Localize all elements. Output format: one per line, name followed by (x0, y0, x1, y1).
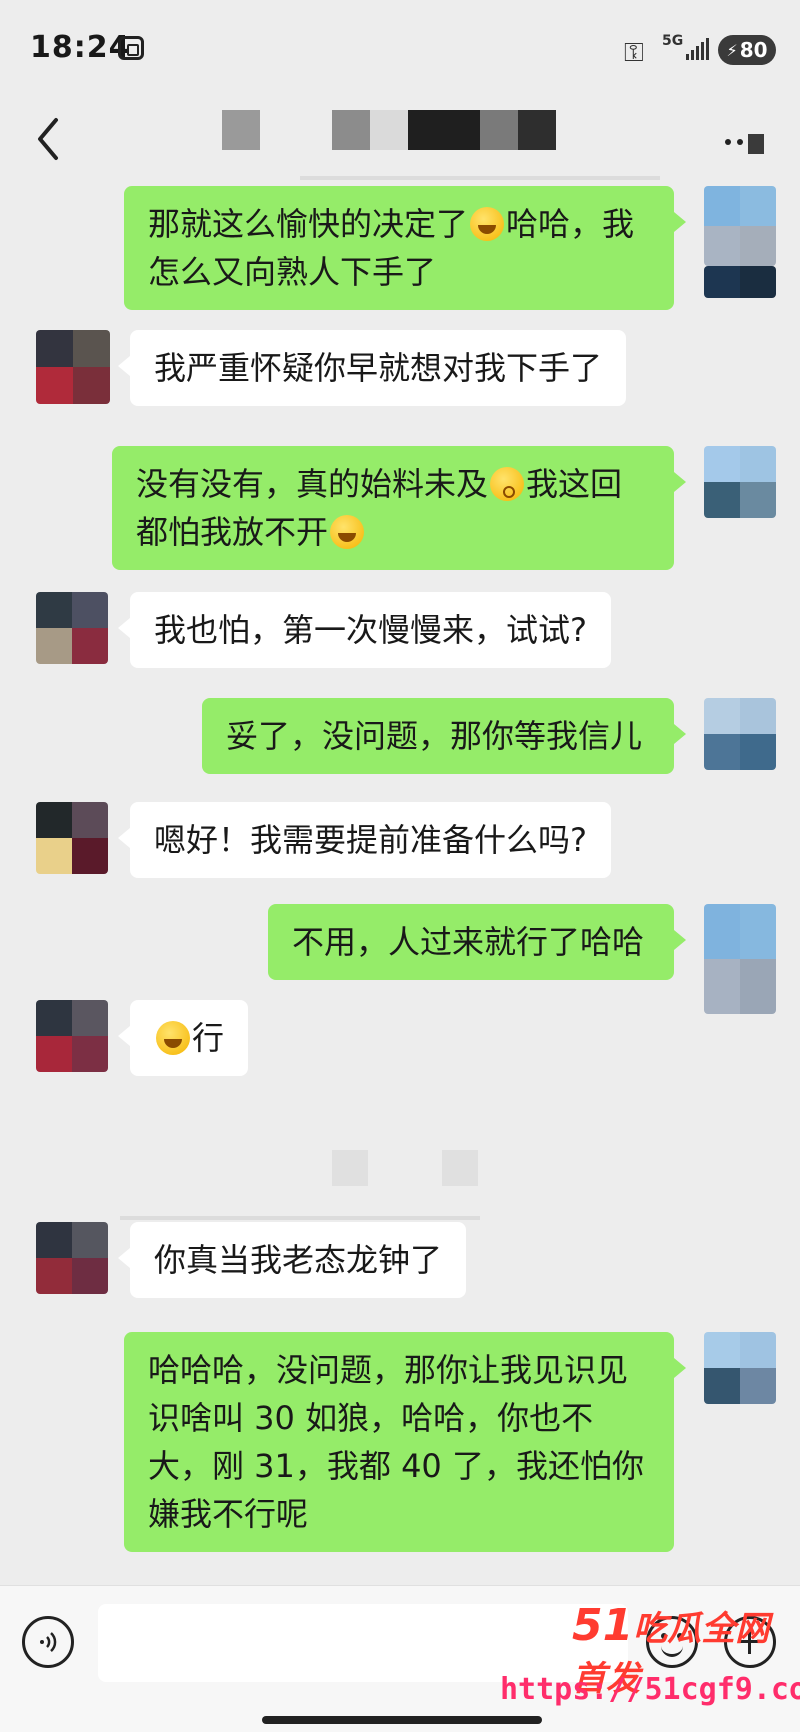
redacted-strip (120, 1216, 480, 1220)
message-text: 哈哈哈，没问题，那你让我见识见识啥叫 30 如狼，哈哈，你也不大，刚 31，我都… (148, 1351, 644, 1533)
message-bubble[interactable]: 我也怕，第一次慢慢来，试试? (118, 592, 611, 668)
contact-avatar[interactable] (36, 330, 110, 404)
my-avatar[interactable] (704, 698, 776, 770)
network-5g-label: 5G (662, 33, 684, 49)
status-time: 18:24 (30, 30, 131, 65)
status-bar: 18:24 ⚿ 5G ⚡ 80 (0, 0, 800, 100)
screen-record-icon (118, 36, 144, 60)
message-bubble[interactable]: 不用，人过来就行了哈哈 (268, 904, 686, 980)
battery-indicator: ⚡ 80 (718, 35, 776, 65)
redacted-strip (300, 176, 660, 180)
my-avatar[interactable] (704, 904, 776, 1014)
message-text: 没有没有，真的始料未及 (136, 465, 489, 503)
my-avatar[interactable] (704, 1332, 776, 1404)
signal-icon (686, 38, 710, 60)
cry-laugh-emoji-icon (330, 515, 365, 549)
contact-avatar[interactable] (36, 1222, 108, 1294)
message-bubble[interactable]: 没有没有，真的始料未及 我这回都怕我放不开 (112, 446, 686, 570)
kiss-face-emoji-icon (490, 467, 525, 501)
message-text: 不用，人过来就行了哈哈 (292, 923, 645, 961)
watermark-url: https://51cgf9.com (500, 1672, 800, 1707)
redacted-timestamp (332, 1150, 368, 1186)
contact-avatar[interactable] (36, 802, 108, 874)
voice-icon[interactable] (22, 1616, 74, 1668)
message-text: 你真当我老态龙钟了 (154, 1241, 443, 1279)
message-list[interactable]: 那就这么愉快的决定了 哈哈，我怎么又向熟人下手了 我严重怀疑你早就想对我下手了 没… (0, 176, 800, 1585)
message-bubble[interactable]: 我严重怀疑你早就想对我下手了 (117, 330, 627, 406)
message-bubble[interactable]: 哈哈哈，没问题，那你让我见识见识啥叫 30 如狼，哈哈，你也不大，刚 31，我都… (124, 1332, 686, 1552)
message-bubble[interactable]: 那就这么愉快的决定了 哈哈，我怎么又向熟人下手了 (124, 186, 686, 310)
redacted-timestamp (442, 1150, 478, 1186)
battery-level: 80 (739, 38, 768, 62)
home-indicator (262, 1716, 542, 1724)
cry-laugh-emoji-icon (470, 207, 505, 241)
message-text: 嗯好！我需要提前准备什么吗? (154, 821, 587, 859)
more-options-icon[interactable] (720, 122, 770, 162)
message-bubble[interactable]: 行 (117, 1000, 249, 1076)
message-bubble[interactable]: 嗯好！我需要提前准备什么吗? (118, 802, 611, 878)
message-text: 我严重怀疑你早就想对我下手了 (154, 349, 603, 387)
message-text: 行 (192, 1019, 225, 1057)
message-text: 那就这么愉快的决定了 (148, 205, 469, 243)
chat-header (0, 100, 800, 180)
my-avatar-lower (704, 266, 776, 298)
key-icon: ⚿ (624, 38, 644, 68)
cry-laugh-emoji-icon (156, 1021, 190, 1055)
message-bubble[interactable]: 妥了，没问题，那你等我信儿 (202, 698, 686, 774)
message-bubble[interactable]: 你真当我老态龙钟了 (117, 1222, 467, 1298)
back-chevron-icon[interactable] (30, 114, 74, 164)
watermark-brand-number: 51 (572, 1600, 634, 1651)
message-text: 妥了，没问题，那你等我信儿 (226, 717, 643, 755)
contact-avatar[interactable] (36, 592, 108, 664)
contact-avatar[interactable] (36, 1000, 108, 1072)
battery-icon: ⚡ (726, 40, 738, 60)
my-avatar[interactable] (704, 446, 776, 518)
message-input[interactable] (98, 1604, 628, 1682)
message-text: 我也怕，第一次慢慢来，试试? (154, 611, 587, 649)
my-avatar[interactable] (704, 186, 776, 266)
